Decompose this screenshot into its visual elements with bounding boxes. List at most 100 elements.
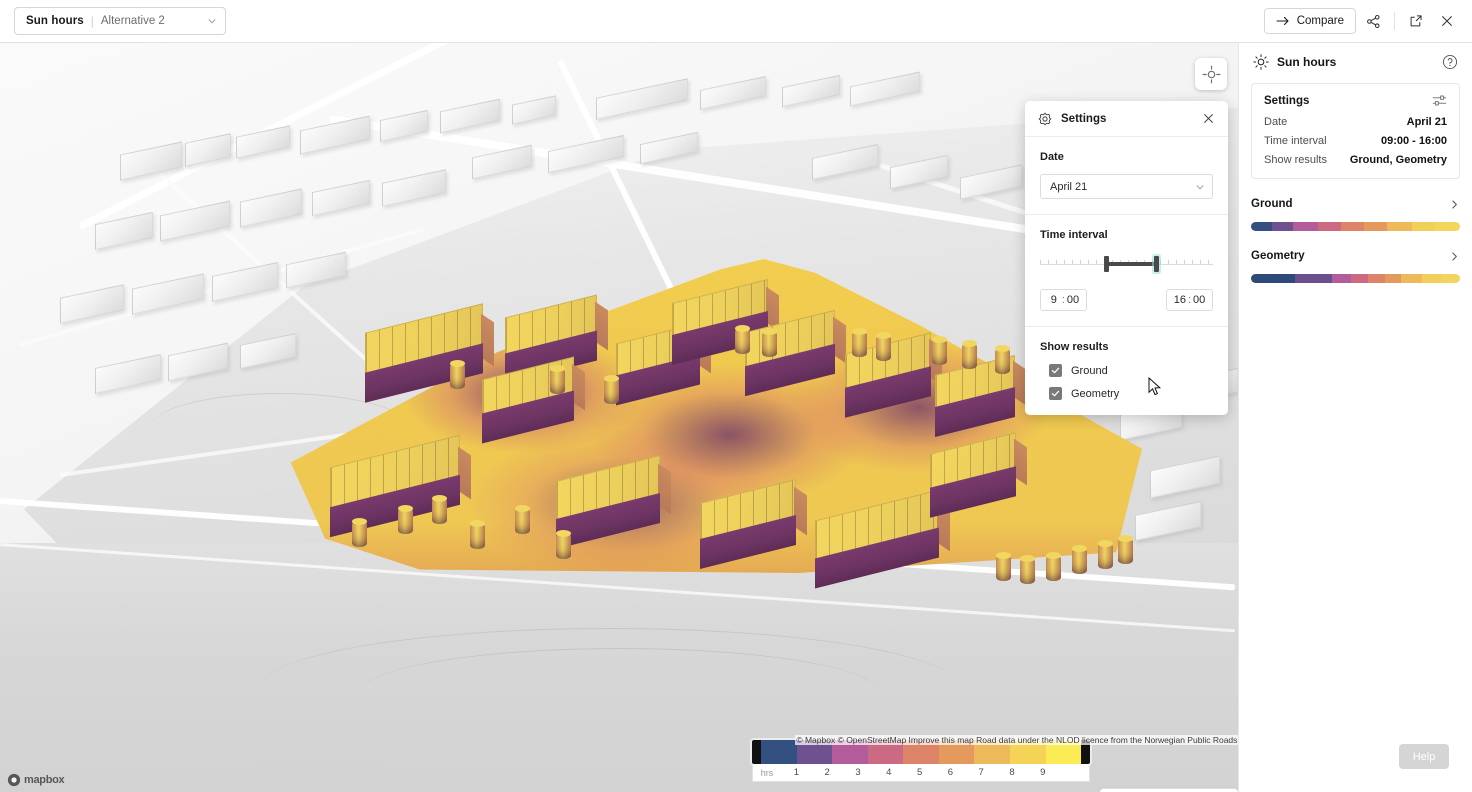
ramp-stop — [1351, 274, 1368, 283]
ramp-stop — [1251, 222, 1272, 231]
ramp-stop — [1441, 274, 1460, 283]
ramp-stop — [1386, 222, 1412, 231]
geometry-checkbox-label: Geometry — [1071, 387, 1120, 400]
analysis-silo — [876, 332, 891, 361]
section-ground: Ground — [1251, 179, 1460, 231]
legend-tick: 9 — [1040, 767, 1046, 778]
question-circle-icon — [1442, 54, 1458, 70]
analysis-silo — [995, 345, 1010, 374]
legend-tick: 8 — [1009, 767, 1015, 778]
checkmark-icon — [1051, 390, 1060, 397]
settings-summary-header: Settings — [1264, 94, 1447, 107]
project-alternative-selector[interactable]: Sun hours | Alternative 2 — [14, 7, 226, 35]
time-interval-slider[interactable] — [1040, 252, 1213, 278]
mapbox-logo-icon — [7, 773, 21, 787]
start-time-input[interactable]: 9 : 00 — [1040, 289, 1087, 311]
start-hour-value: 9 — [1050, 294, 1057, 306]
settings-popover: Settings Date April 21 Time interval 9:… — [1025, 101, 1228, 415]
analysis-silo — [1098, 540, 1113, 569]
analysis-silo — [735, 325, 750, 354]
start-minute-value: 00 — [1066, 294, 1080, 306]
top-bar: Sun hours | Alternative 2 Compare — [0, 0, 1472, 43]
geometry-checkbox[interactable] — [1049, 387, 1062, 400]
analysis-silo — [470, 520, 485, 549]
ramp-stop — [1401, 274, 1423, 283]
summary-row-time-interval: Time interval 09:00 - 16:00 — [1264, 135, 1447, 147]
app-root: Sun hours | Alternative 2 Compare hrs 1 … — [0, 0, 1472, 792]
section-geometry-header[interactable]: Geometry — [1251, 250, 1460, 262]
ramp-stop — [1292, 222, 1318, 231]
summary-value: 09:00 - 16:00 — [1380, 135, 1447, 147]
time-inputs-row: 9 : 00 16 : 00 — [1040, 289, 1213, 311]
analysis-silo — [550, 365, 565, 394]
legend-unit-label: hrs — [760, 767, 774, 778]
alternative-name: Alternative 2 — [100, 15, 165, 27]
analysis-silo — [1072, 545, 1087, 574]
sliders-icon[interactable] — [1432, 94, 1447, 107]
section-geometry: Geometry — [1251, 231, 1460, 283]
ground-color-ramp — [1251, 222, 1460, 231]
summary-row-date: Date April 21 — [1264, 116, 1447, 128]
analysis-building — [505, 294, 608, 384]
section-ground-header[interactable]: Ground — [1251, 198, 1460, 210]
map-tools: 2D — [1099, 788, 1238, 792]
ground-checkbox[interactable] — [1049, 364, 1062, 377]
analysis-silo — [515, 505, 530, 534]
close-icon — [1203, 114, 1213, 123]
end-time-input[interactable]: 16 : 00 — [1166, 289, 1213, 311]
recenter-map-button[interactable] — [1195, 58, 1227, 90]
time-interval-label: Time interval — [1040, 229, 1108, 241]
slider-handle-start[interactable] — [1104, 256, 1109, 272]
checkbox-row-geometry[interactable]: Geometry — [1049, 387, 1213, 400]
section-geometry-title: Geometry — [1251, 250, 1305, 262]
summary-row-show-results: Show results Ground, Geometry — [1264, 154, 1447, 166]
ramp-stop — [1363, 222, 1387, 231]
right-panel-title: Sun hours — [1277, 55, 1337, 69]
compare-label: Compare — [1296, 15, 1344, 27]
legend-tick: 7 — [978, 767, 984, 778]
ramp-stop — [1332, 274, 1352, 283]
gear-icon — [1038, 111, 1052, 126]
checkmark-icon — [1051, 367, 1060, 374]
compare-button[interactable]: Compare — [1263, 8, 1356, 34]
slider-handle-end[interactable] — [1154, 256, 1160, 272]
expand-button[interactable] — [1402, 7, 1430, 35]
crosshair-target-icon — [1202, 65, 1220, 83]
section-ground-title: Ground — [1251, 198, 1293, 210]
close-icon — [1442, 16, 1452, 26]
analysis-silo — [962, 340, 977, 369]
mapbox-logo-label: mapbox — [24, 774, 65, 786]
settings-close-button[interactable] — [1198, 109, 1218, 129]
analysis-silo — [352, 518, 367, 547]
show-results-label: Show results — [1040, 341, 1109, 353]
settings-summary-title: Settings — [1264, 94, 1310, 107]
mapbox-attribution-logo[interactable]: mapbox — [7, 773, 65, 787]
help-button[interactable]: Help — [1399, 744, 1449, 769]
ramp-stop — [1340, 222, 1364, 231]
settings-time-section: Time interval 9 : 00 16 : 00 — [1025, 215, 1228, 327]
ramp-stop — [1422, 274, 1442, 283]
date-select[interactable]: April 21 — [1040, 174, 1213, 199]
chevron-down-icon — [1196, 184, 1204, 189]
settings-date-section: Date April 21 — [1025, 137, 1228, 215]
share-icon — [1366, 14, 1380, 28]
checkbox-row-ground[interactable]: Ground — [1049, 364, 1213, 377]
analysis-silo — [1046, 552, 1061, 581]
analysis-silo — [450, 360, 465, 389]
settings-popover-title: Settings — [1061, 112, 1107, 125]
close-window-button[interactable] — [1433, 7, 1461, 35]
ramp-stop — [1368, 274, 1385, 283]
right-panel-header: Sun hours — [1239, 43, 1472, 81]
date-value: April 21 — [1050, 180, 1088, 193]
summary-value: Ground, Geometry — [1349, 154, 1447, 166]
help-info-button[interactable] — [1439, 51, 1461, 73]
ground-checkbox-label: Ground — [1071, 364, 1108, 377]
open-external-icon — [1410, 15, 1422, 27]
ramp-stop — [1271, 222, 1293, 231]
sun-hours-legend: hrs 1 2 3 4 5 6 7 8 9 — [750, 738, 1092, 782]
summary-key: Date — [1264, 116, 1288, 128]
share-button[interactable] — [1359, 7, 1387, 35]
analysis-building — [930, 432, 1027, 518]
legend-tick: 5 — [916, 767, 923, 778]
end-time-separator: : — [1187, 294, 1192, 306]
